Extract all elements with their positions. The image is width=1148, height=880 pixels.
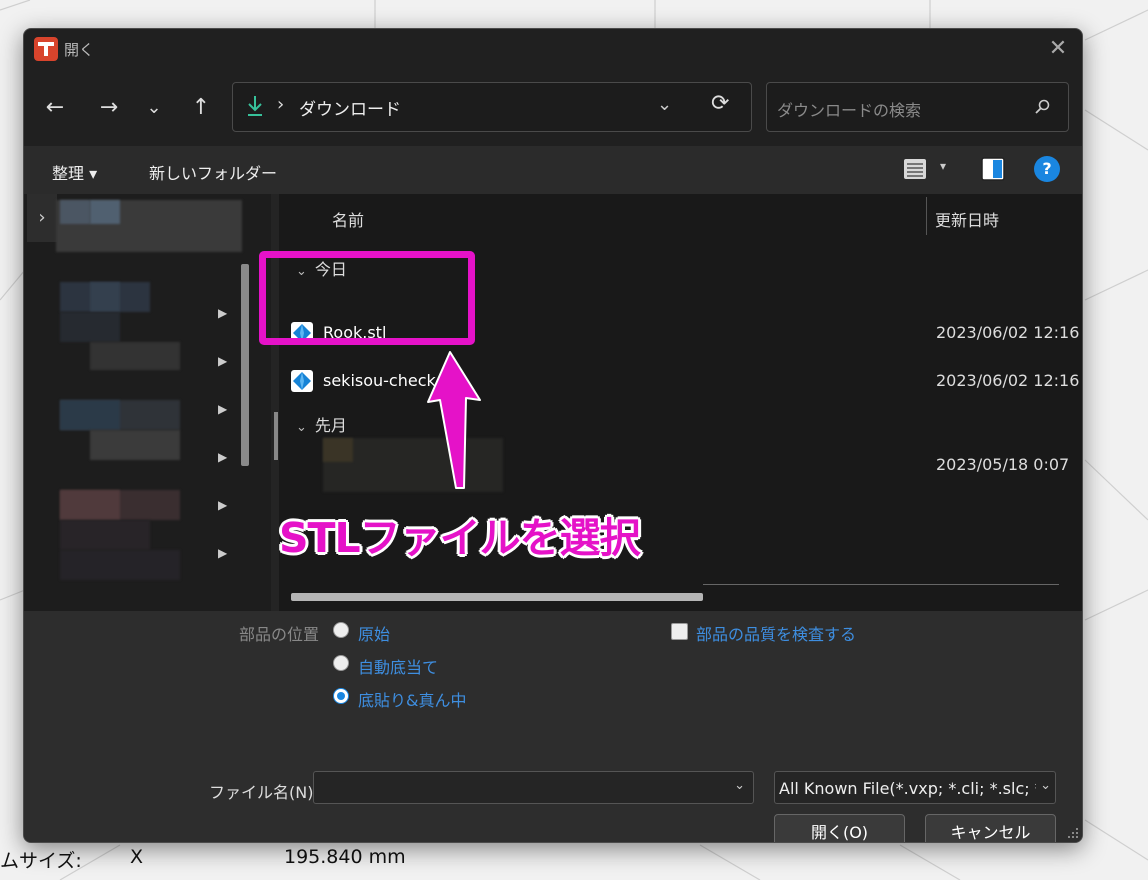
sidebar-scrollbar[interactable] (241, 264, 249, 466)
sidebar-expand-icon[interactable]: ▶ (218, 498, 227, 512)
filename-dropdown-icon[interactable]: ⌄ (734, 778, 745, 793)
build-size-label: ムサイズ: (0, 850, 82, 872)
address-dropdown-icon[interactable]: ⌄ (657, 94, 672, 115)
open-button[interactable]: 開く(O) (774, 814, 905, 842)
annotation-highlight-box (259, 251, 475, 345)
blurred-item (90, 430, 180, 460)
open-file-dialog: 開く ✕ ← → ⌄ ↑ › ダウンロード ⌄ ⟳ ダウンロードの検索 整理 ▾… (23, 28, 1083, 843)
sidebar-expand-icon[interactable]: ▶ (218, 402, 227, 416)
dialog-title: 開く (64, 41, 95, 59)
stl-file-icon (291, 370, 313, 392)
download-icon (248, 96, 262, 116)
filename-label: ファイル名(N): (209, 783, 319, 802)
column-header-name[interactable]: 名前 (332, 207, 364, 231)
filetype-value: All Known File(*.vxp; *.cli; *.slc; * (779, 779, 1043, 798)
radio-bottom-center-selected[interactable] (333, 688, 349, 704)
search-placeholder: ダウンロードの検索 (777, 101, 922, 120)
refresh-icon[interactable]: ⟳ (711, 91, 729, 116)
address-path[interactable]: ダウンロード (299, 95, 401, 120)
group-chevron-icon: ⌄ (296, 420, 307, 435)
filetype-dropdown-icon[interactable]: ⌄ (1036, 778, 1051, 793)
blurred-file-icon (323, 438, 353, 462)
view-dropdown-icon[interactable]: ▾ (940, 159, 946, 173)
filetype-select[interactable]: All Known File(*.vxp; *.cli; *.slc; * ⌄ (774, 771, 1056, 804)
file-row[interactable]: 2023/05/18 0:07 (271, 438, 1082, 492)
view-list-icon[interactable] (902, 156, 928, 182)
navigation-pane: › ▶ ▶ ▶ ▶ ▶ ▶ (24, 194, 271, 611)
sidebar-expand-icon[interactable]: ▶ (218, 354, 227, 368)
navigation-bar: ← → ⌄ ↑ › ダウンロード ⌄ ⟳ ダウンロードの検索 (24, 69, 1082, 146)
preview-pane-icon[interactable] (980, 156, 1006, 182)
blurred-item (90, 342, 180, 370)
sidebar-expand-icon[interactable]: ▶ (218, 546, 227, 560)
check-quality-label[interactable]: 部品の品質を検査する (696, 621, 856, 645)
sidebar-expand-icon[interactable]: ▶ (218, 450, 227, 464)
back-button[interactable]: ← (40, 95, 70, 121)
search-icon (1035, 99, 1050, 114)
blurred-item (60, 520, 150, 550)
address-bar[interactable]: › ダウンロード ⌄ ⟳ (232, 82, 752, 132)
up-button[interactable]: ↑ (186, 95, 216, 121)
annotation-text: STLファイルを選択 (279, 514, 641, 562)
column-header-modified[interactable]: 更新日時 (935, 207, 999, 231)
close-button[interactable]: ✕ (1042, 35, 1074, 63)
file-modified-date: 2023/06/02 12:16 (936, 371, 1080, 390)
help-icon[interactable]: ? (1034, 156, 1060, 182)
expand-chevron-icon[interactable]: › (27, 194, 57, 242)
check-quality-checkbox[interactable] (671, 623, 688, 640)
list-divider (703, 584, 1059, 585)
options-panel: 部品の位置 原始 自動底当て 底貼り&真ん中 部品の品質を検査する ファイル名(… (24, 611, 1082, 842)
radio-auto-bottom[interactable] (333, 655, 349, 671)
radio-label[interactable]: 原始 (358, 621, 390, 645)
sidebar-expand-icon[interactable]: ▶ (218, 306, 227, 320)
forward-button[interactable]: → (94, 95, 124, 121)
blurred-item (90, 200, 120, 224)
path-chevron-icon: › (277, 94, 285, 115)
axis-label: X (130, 846, 144, 868)
radio-label[interactable]: 底貼り&真ん中 (358, 687, 466, 711)
file-modified-date: 2023/05/18 0:07 (936, 455, 1070, 474)
blurred-item (60, 490, 120, 520)
horizontal-scrollbar[interactable] (291, 593, 703, 601)
search-box[interactable]: ダウンロードの検索 (766, 82, 1069, 132)
placement-label: 部品の位置 (239, 625, 320, 644)
filename-input[interactable]: ⌄ (313, 771, 754, 804)
blurred-item (60, 550, 180, 580)
app-logo-icon (34, 37, 58, 61)
new-folder-button[interactable]: 新しいフォルダー (149, 160, 277, 184)
group-header-last-month[interactable]: ⌄ 先月 (296, 412, 347, 436)
radio-origin[interactable] (333, 622, 349, 638)
radio-label[interactable]: 自動底当て (358, 654, 438, 678)
resize-grip-icon[interactable] (1068, 828, 1078, 838)
organize-button[interactable]: 整理 ▾ (52, 160, 97, 184)
file-row[interactable]: sekisou-check.stl 2023/06/02 12:16 (271, 362, 1082, 398)
file-name: sekisou-check.stl (323, 371, 460, 390)
recent-locations-button[interactable]: ⌄ (139, 95, 169, 121)
title-bar: 開く ✕ (24, 29, 1082, 69)
blurred-item (90, 282, 120, 312)
file-modified-date: 2023/06/02 12:16 (936, 323, 1080, 342)
blurred-item (60, 400, 120, 430)
column-divider[interactable] (926, 197, 927, 235)
build-size-value: 195.840 mm (284, 846, 406, 868)
cancel-button[interactable]: キャンセル (925, 814, 1056, 842)
blurred-item (60, 200, 90, 224)
group-label: 先月 (314, 416, 347, 435)
command-bar: 整理 ▾ 新しいフォルダー ▾ ? (24, 146, 1082, 194)
blurred-item (60, 312, 120, 342)
